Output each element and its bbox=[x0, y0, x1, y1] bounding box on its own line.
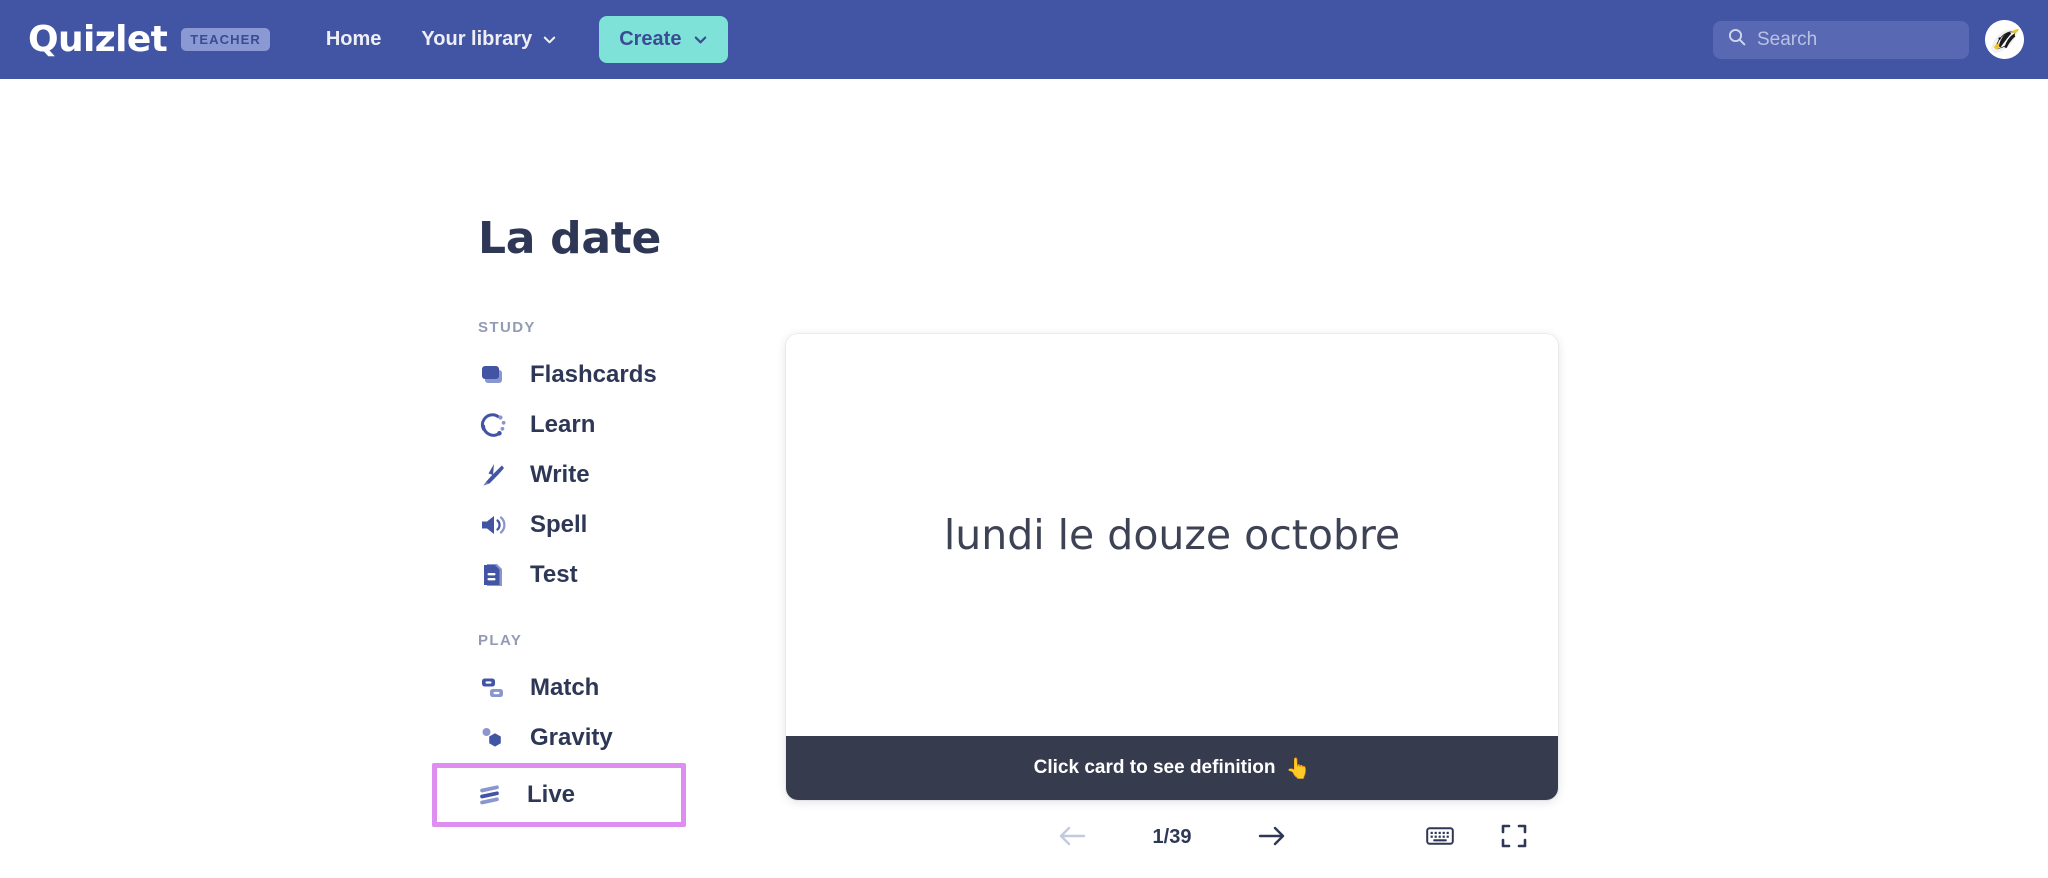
flashcard[interactable]: lundi le douze octobre Click card to see… bbox=[786, 334, 1558, 800]
chevron-down-icon bbox=[542, 32, 557, 47]
create-button-label: Create bbox=[619, 28, 682, 50]
quizlet-logo[interactable]: Quizlet bbox=[28, 21, 168, 58]
flashcard-footer-text: Click card to see definition bbox=[1033, 757, 1276, 778]
nav-item-home[interactable]: Home bbox=[310, 18, 398, 61]
teacher-badge: TEACHER bbox=[181, 28, 270, 51]
flashcard-area: lundi le douze octobre Click card to see… bbox=[786, 334, 1558, 800]
keyboard-icon bbox=[1426, 825, 1454, 850]
match-icon bbox=[478, 673, 508, 703]
search-input[interactable] bbox=[1757, 28, 1955, 51]
avatar[interactable] bbox=[1985, 20, 2024, 59]
flashcard-face: lundi le douze octobre bbox=[786, 334, 1558, 736]
sidebar-item-write-label: Write bbox=[530, 461, 590, 488]
sidebar-item-live-label: Live bbox=[527, 781, 576, 808]
search-box[interactable] bbox=[1713, 20, 1969, 59]
keyboard-shortcuts-button[interactable] bbox=[1418, 815, 1462, 859]
study-modes-sidebar: STUDY Flashcards Learn Write Spell Test … bbox=[432, 319, 686, 827]
flashcard-tools-group bbox=[1418, 815, 1536, 859]
sidebar-heading-play: PLAY bbox=[478, 632, 523, 649]
pointing-up-hand-icon: 👆 bbox=[1285, 757, 1311, 780]
nav-links: Home Your library Create bbox=[310, 16, 729, 63]
chevron-down-icon bbox=[693, 32, 708, 47]
sidebar-item-live[interactable]: Live bbox=[432, 763, 686, 827]
previous-card-button[interactable] bbox=[1050, 815, 1094, 859]
nav-item-your-library[interactable]: Your library bbox=[405, 18, 573, 61]
gravity-icon bbox=[478, 723, 508, 753]
sidebar-item-flashcards[interactable]: Flashcards bbox=[436, 350, 686, 400]
create-button[interactable]: Create bbox=[599, 16, 729, 63]
spell-icon bbox=[478, 510, 508, 540]
card-counter: 1/39 bbox=[1152, 825, 1192, 848]
sidebar-item-spell-label: Spell bbox=[530, 511, 588, 538]
brand-group: Quizlet TEACHER bbox=[28, 21, 270, 58]
avatar-fish-image bbox=[1985, 20, 2024, 59]
header-right bbox=[1713, 20, 2024, 59]
arrow-right-icon bbox=[1257, 824, 1287, 851]
flashcard-term: lundi le douze octobre bbox=[943, 511, 1401, 559]
live-icon bbox=[475, 780, 505, 810]
sidebar-item-flashcards-label: Flashcards bbox=[530, 361, 657, 388]
fullscreen-icon bbox=[1501, 823, 1527, 852]
main-content: La date STUDY Flashcards Learn Write Spe… bbox=[0, 79, 2048, 878]
sidebar-item-gravity[interactable]: Gravity bbox=[436, 713, 686, 763]
page-title: La date bbox=[478, 213, 662, 264]
top-navigation-bar: Quizlet TEACHER Home Your library Create bbox=[0, 0, 2048, 79]
sidebar-item-match[interactable]: Match bbox=[436, 663, 686, 713]
sidebar-item-learn[interactable]: Learn bbox=[436, 400, 686, 450]
arrow-left-icon bbox=[1057, 824, 1087, 851]
flashcard-controls: 1/39 bbox=[786, 809, 1558, 865]
sidebar-item-gravity-label: Gravity bbox=[530, 724, 613, 751]
search-icon bbox=[1727, 27, 1747, 52]
nav-item-home-label: Home bbox=[325, 28, 382, 50]
fullscreen-button[interactable] bbox=[1492, 815, 1536, 859]
write-icon bbox=[478, 460, 508, 490]
sidebar-item-test-label: Test bbox=[530, 561, 578, 588]
sidebar-item-learn-label: Learn bbox=[530, 411, 596, 438]
nav-item-your-library-label: Your library bbox=[421, 28, 533, 50]
sidebar-item-match-label: Match bbox=[530, 674, 600, 701]
sidebar-item-write[interactable]: Write bbox=[436, 450, 686, 500]
learn-icon bbox=[478, 410, 508, 440]
next-card-button[interactable] bbox=[1250, 815, 1294, 859]
test-icon bbox=[478, 560, 508, 590]
sidebar-heading-study: STUDY bbox=[478, 319, 536, 336]
flashcards-icon bbox=[478, 360, 508, 390]
sidebar-item-test[interactable]: Test bbox=[436, 550, 686, 600]
sidebar-item-spell[interactable]: Spell bbox=[436, 500, 686, 550]
flashcard-footer: Click card to see definition 👆 bbox=[786, 736, 1558, 800]
